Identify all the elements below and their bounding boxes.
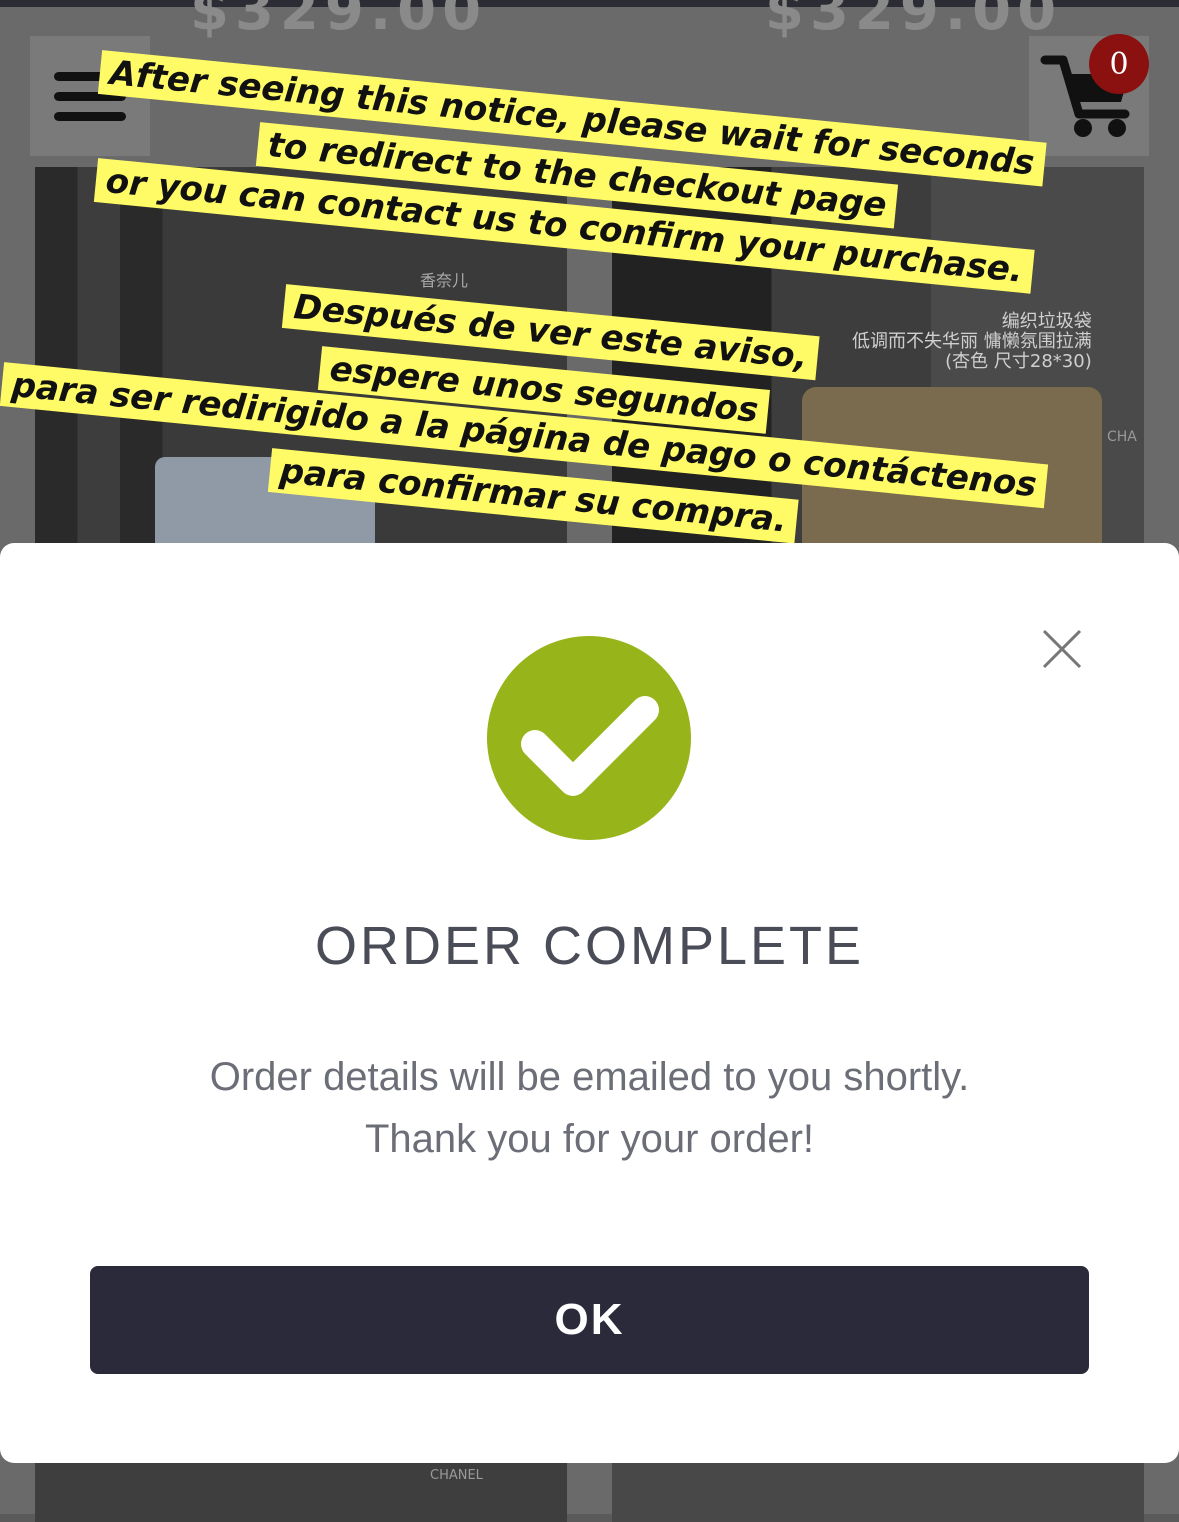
product-image-caption: 香奈儿 bbox=[420, 271, 469, 290]
checkmark-icon bbox=[521, 696, 659, 796]
brand-text: CHANEL bbox=[430, 1468, 483, 1483]
product-price: $329.00 bbox=[765, 0, 1063, 43]
close-icon[interactable] bbox=[1040, 627, 1084, 671]
modal-message: Thank you for your order! bbox=[364, 1117, 815, 1161]
modal-message: Order details will be emailed to you sho… bbox=[209, 1055, 970, 1099]
brand-text: CHA bbox=[1107, 429, 1137, 445]
modal-title: ORDER COMPLETE bbox=[314, 916, 865, 976]
ok-button[interactable]: OK bbox=[90, 1266, 1089, 1374]
product-image-caption: 编织垃圾袋 低调而不失华丽 慵懒氛围拉满 (杏色 尺寸28*30) bbox=[852, 311, 1092, 372]
cart-count-badge: 0 bbox=[1089, 34, 1149, 94]
success-badge bbox=[487, 636, 691, 840]
product-image[interactable] bbox=[612, 1462, 1144, 1522]
product-image[interactable]: CHANEL bbox=[35, 1462, 567, 1522]
product-price: $329.00 bbox=[190, 0, 488, 43]
